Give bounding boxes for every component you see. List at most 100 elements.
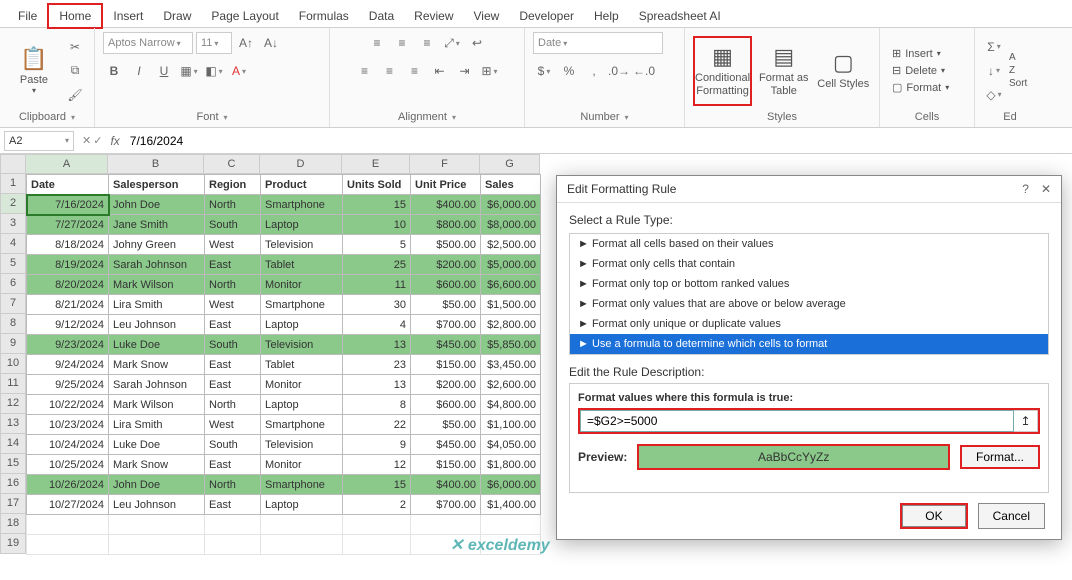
cell[interactable]: Smartphone xyxy=(261,475,343,495)
underline-button[interactable]: U xyxy=(153,60,175,82)
cell[interactable]: Laptop xyxy=(261,495,343,515)
cell[interactable]: 7/16/2024 xyxy=(27,195,109,215)
cell[interactable]: 4 xyxy=(343,315,411,335)
cell-styles-button[interactable]: ▢ Cell Styles xyxy=(816,36,871,106)
cell[interactable]: $2,600.00 xyxy=(481,375,541,395)
currency-icon[interactable]: $ xyxy=(533,60,555,82)
cell[interactable]: 9/25/2024 xyxy=(27,375,109,395)
row-header-17[interactable]: 17 xyxy=(0,494,26,514)
cell[interactable]: $5,000.00 xyxy=(481,255,541,275)
tab-help[interactable]: Help xyxy=(584,5,629,27)
cell[interactable]: 8 xyxy=(343,395,411,415)
cell[interactable]: East xyxy=(205,255,261,275)
header-cell[interactable]: Region xyxy=(205,175,261,195)
cell[interactable]: 10/23/2024 xyxy=(27,415,109,435)
cell[interactable]: Laptop xyxy=(261,315,343,335)
row-header-18[interactable]: 18 xyxy=(0,514,26,534)
row-header-3[interactable]: 3 xyxy=(0,214,26,234)
tab-draw[interactable]: Draw xyxy=(153,5,201,27)
cell[interactable]: Laptop xyxy=(261,215,343,235)
cell[interactable] xyxy=(343,515,411,535)
cell[interactable]: $400.00 xyxy=(411,475,481,495)
cell[interactable]: Mark Snow xyxy=(109,455,205,475)
cell[interactable]: $150.00 xyxy=(411,355,481,375)
row-header-9[interactable]: 9 xyxy=(0,334,26,354)
delete-cells-button[interactable]: ⊟Delete▾ xyxy=(888,63,953,78)
cell[interactable]: $8,000.00 xyxy=(481,215,541,235)
cell[interactable]: 23 xyxy=(343,355,411,375)
cell[interactable]: Lira Smith xyxy=(109,295,205,315)
cell[interactable]: North xyxy=(205,195,261,215)
header-cell[interactable]: Salesperson xyxy=(109,175,205,195)
rule-type-option[interactable]: ► Format only unique or duplicate values xyxy=(570,314,1048,334)
cell[interactable]: John Doe xyxy=(109,195,205,215)
cancel-button[interactable]: Cancel xyxy=(978,503,1045,529)
formula-input[interactable] xyxy=(124,131,1072,151)
cell[interactable]: Leu Johnson xyxy=(109,495,205,515)
cell[interactable]: Laptop xyxy=(261,395,343,415)
row-header-8[interactable]: 8 xyxy=(0,314,26,334)
col-header-B[interactable]: B xyxy=(108,154,204,174)
cell[interactable]: Tablet xyxy=(261,355,343,375)
cell[interactable] xyxy=(481,515,541,535)
cell[interactable]: South xyxy=(205,335,261,355)
cell[interactable]: 15 xyxy=(343,475,411,495)
cell[interactable]: South xyxy=(205,215,261,235)
row-header-7[interactable]: 7 xyxy=(0,294,26,314)
cell[interactable]: $150.00 xyxy=(411,455,481,475)
cell[interactable]: 7/27/2024 xyxy=(27,215,109,235)
decrease-indent-icon[interactable]: ⇤ xyxy=(429,60,451,82)
cell[interactable] xyxy=(261,515,343,535)
cell[interactable]: 10/27/2024 xyxy=(27,495,109,515)
number-format-select[interactable]: Date xyxy=(533,32,663,54)
cut-icon[interactable]: ✂ xyxy=(64,36,86,58)
cell[interactable] xyxy=(261,535,343,555)
comma-icon[interactable]: , xyxy=(583,60,605,82)
cell[interactable]: Mark Wilson xyxy=(109,275,205,295)
format-cells-button[interactable]: ▢Format▾ xyxy=(888,80,953,95)
cell[interactable]: 10/22/2024 xyxy=(27,395,109,415)
cell[interactable]: 15 xyxy=(343,195,411,215)
cell[interactable]: 9/24/2024 xyxy=(27,355,109,375)
close-icon[interactable]: ✕ xyxy=(1041,182,1051,196)
copy-icon[interactable]: ⧉ xyxy=(64,60,86,82)
cell[interactable]: $6,000.00 xyxy=(481,475,541,495)
align-top-icon[interactable]: ≡ xyxy=(366,32,388,54)
cell[interactable]: 12 xyxy=(343,455,411,475)
cell[interactable]: $700.00 xyxy=(411,495,481,515)
fill-icon[interactable]: ↓ xyxy=(983,60,1005,82)
cell[interactable]: West xyxy=(205,295,261,315)
cell[interactable]: East xyxy=(205,455,261,475)
cell[interactable]: $1,400.00 xyxy=(481,495,541,515)
cell[interactable]: North xyxy=(205,275,261,295)
cell[interactable]: Television xyxy=(261,335,343,355)
font-name-select[interactable]: Aptos Narrow xyxy=(103,32,193,54)
row-header-6[interactable]: 6 xyxy=(0,274,26,294)
cell[interactable] xyxy=(205,535,261,555)
header-cell[interactable]: Unit Price xyxy=(411,175,481,195)
cell[interactable]: $6,000.00 xyxy=(481,195,541,215)
cell[interactable]: Mark Snow xyxy=(109,355,205,375)
cell[interactable]: 25 xyxy=(343,255,411,275)
wrap-text-icon[interactable]: ↩ xyxy=(466,32,488,54)
increase-decimal-icon[interactable]: .0→ xyxy=(608,60,630,82)
rule-type-option[interactable]: ► Format only values that are above or b… xyxy=(570,294,1048,314)
conditional-formatting-button[interactable]: ▦ Conditional Formatting xyxy=(693,36,752,106)
cell[interactable] xyxy=(343,535,411,555)
merge-icon[interactable]: ⊞ xyxy=(479,60,501,82)
cell[interactable]: 9/12/2024 xyxy=(27,315,109,335)
orientation-icon[interactable]: ⤢ xyxy=(441,32,463,54)
align-center-icon[interactable]: ≡ xyxy=(379,60,401,82)
cell[interactable]: $1,800.00 xyxy=(481,455,541,475)
cell[interactable]: $50.00 xyxy=(411,295,481,315)
font-color-button[interactable]: A xyxy=(228,60,250,82)
format-painter-icon[interactable]: 🖌 xyxy=(64,84,86,106)
cell[interactable]: 10/24/2024 xyxy=(27,435,109,455)
font-size-select[interactable]: 11 xyxy=(196,32,232,54)
cell[interactable]: Tablet xyxy=(261,255,343,275)
name-box[interactable]: A2▾ xyxy=(4,131,74,151)
cell[interactable]: $700.00 xyxy=(411,315,481,335)
cell[interactable]: Monitor xyxy=(261,455,343,475)
col-header-E[interactable]: E xyxy=(342,154,410,174)
rule-type-option[interactable]: ► Format only cells that contain xyxy=(570,254,1048,274)
